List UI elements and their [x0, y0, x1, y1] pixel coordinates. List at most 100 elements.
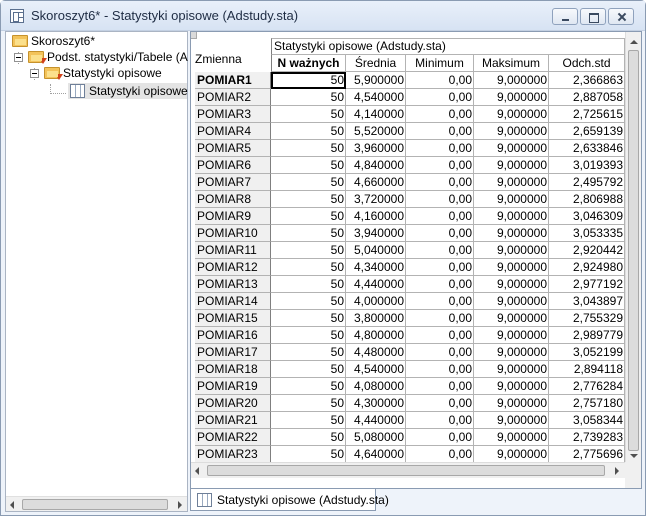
table-cell[interactable]: 9,000000 — [474, 72, 549, 89]
table-cell[interactable]: 3,043897 — [549, 293, 625, 310]
table-cell[interactable]: 4,000000 — [346, 293, 406, 310]
table-cell[interactable]: 9,000000 — [474, 361, 549, 378]
table-cell[interactable]: 50 — [271, 344, 346, 361]
table-cell[interactable]: 2,920442 — [549, 242, 625, 259]
table-cell[interactable]: 4,160000 — [346, 208, 406, 225]
vertical-scrollbar[interactable] — [625, 32, 641, 488]
table-cell[interactable]: 5,040000 — [346, 242, 406, 259]
maximize-button[interactable] — [580, 8, 606, 25]
table-cell[interactable]: 50 — [271, 429, 346, 446]
row-header[interactable]: POMIAR21 — [195, 412, 271, 429]
table-cell[interactable]: 2,755329 — [549, 310, 625, 327]
sheet-corner[interactable] — [191, 32, 197, 39]
table-cell[interactable]: 9,000000 — [474, 446, 549, 463]
column-header[interactable]: Średnia — [346, 55, 406, 72]
table-cell[interactable]: 0,00 — [406, 191, 474, 208]
table-cell[interactable]: 4,080000 — [346, 378, 406, 395]
table-cell[interactable]: 0,00 — [406, 225, 474, 242]
table-cell[interactable]: 4,540000 — [346, 89, 406, 106]
table-cell[interactable]: 3,046309 — [549, 208, 625, 225]
row-header[interactable]: POMIAR12 — [195, 259, 271, 276]
table-cell[interactable]: 3,058344 — [549, 412, 625, 429]
table-cell[interactable]: 2,757180 — [549, 395, 625, 412]
row-header[interactable]: POMIAR2 — [195, 89, 271, 106]
table-cell[interactable]: 4,440000 — [346, 276, 406, 293]
tree-item-basic-stats[interactable]: Podst. statystyki/Tabele (A — [10, 49, 188, 65]
table-cell[interactable]: 50 — [271, 106, 346, 123]
table-cell[interactable]: 50 — [271, 225, 346, 242]
table-cell[interactable]: 50 — [271, 259, 346, 276]
scroll-left-icon[interactable] — [10, 501, 14, 509]
table-cell[interactable]: 9,000000 — [474, 89, 549, 106]
table-cell[interactable]: 0,00 — [406, 395, 474, 412]
table-cell[interactable]: 9,000000 — [474, 259, 549, 276]
table-cell[interactable]: 4,300000 — [346, 395, 406, 412]
scroll-right-icon[interactable] — [178, 501, 182, 509]
tab-descriptive-stats[interactable]: Statystyki opisowe (Adstudy.sta) — [190, 489, 389, 511]
table-cell[interactable]: 50 — [271, 446, 346, 463]
table-cell[interactable]: 0,00 — [406, 157, 474, 174]
table-cell[interactable]: 0,00 — [406, 140, 474, 157]
table-cell[interactable]: 50 — [271, 174, 346, 191]
table-cell[interactable]: 9,000000 — [474, 225, 549, 242]
table-cell[interactable]: 50 — [271, 395, 346, 412]
row-header[interactable]: POMIAR17 — [195, 344, 271, 361]
tree-item-descriptive-stats-sheet[interactable]: Statystyki opisowe — [68, 83, 188, 99]
close-button[interactable] — [608, 8, 634, 25]
table-cell[interactable]: 0,00 — [406, 123, 474, 140]
table-cell[interactable]: 2,776284 — [549, 378, 625, 395]
table-cell[interactable]: 50 — [271, 293, 346, 310]
table-cell[interactable]: 9,000000 — [474, 242, 549, 259]
table-cell[interactable]: 50 — [271, 310, 346, 327]
table-cell[interactable]: 5,080000 — [346, 429, 406, 446]
table-cell[interactable]: 2,659139 — [549, 123, 625, 140]
table-cell[interactable]: 3,940000 — [346, 225, 406, 242]
row-header[interactable]: POMIAR22 — [195, 429, 271, 446]
table-cell[interactable]: 9,000000 — [474, 157, 549, 174]
table-cell[interactable]: 9,000000 — [474, 191, 549, 208]
table-cell[interactable]: 0,00 — [406, 327, 474, 344]
table-cell[interactable]: 4,840000 — [346, 157, 406, 174]
table-cell[interactable]: 3,720000 — [346, 191, 406, 208]
table-cell[interactable]: 50 — [271, 191, 346, 208]
table-cell[interactable]: 5,900000 — [346, 72, 406, 89]
table-cell[interactable]: 2,887058 — [549, 89, 625, 106]
row-header[interactable]: POMIAR7 — [195, 174, 271, 191]
row-header[interactable]: POMIAR10 — [195, 225, 271, 242]
table-cell[interactable]: 0,00 — [406, 174, 474, 191]
table-cell[interactable]: 50 — [271, 276, 346, 293]
table-cell[interactable]: 4,440000 — [346, 412, 406, 429]
row-header[interactable]: POMIAR15 — [195, 310, 271, 327]
row-header[interactable]: POMIAR8 — [195, 191, 271, 208]
table-cell[interactable]: 2,806988 — [549, 191, 625, 208]
table-cell[interactable]: 50 — [271, 72, 346, 89]
table-cell[interactable]: 9,000000 — [474, 140, 549, 157]
table-cell[interactable]: 2,924980 — [549, 259, 625, 276]
table-cell[interactable]: 4,340000 — [346, 259, 406, 276]
table-cell[interactable]: 4,640000 — [346, 446, 406, 463]
table-cell[interactable]: 2,894118 — [549, 361, 625, 378]
table-cell[interactable]: 0,00 — [406, 276, 474, 293]
horizontal-scrollbar[interactable] — [191, 462, 625, 478]
row-header[interactable]: POMIAR9 — [195, 208, 271, 225]
table-cell[interactable]: 0,00 — [406, 344, 474, 361]
table-cell[interactable]: 2,739283 — [549, 429, 625, 446]
title-bar[interactable]: Skoroszyt6* - Statystyki opisowe (Adstud… — [1, 1, 645, 31]
table-cell[interactable]: 50 — [271, 140, 346, 157]
table-cell[interactable]: 0,00 — [406, 293, 474, 310]
table-cell[interactable]: 0,00 — [406, 72, 474, 89]
table-cell[interactable]: 0,00 — [406, 310, 474, 327]
table-cell[interactable]: 50 — [271, 327, 346, 344]
table-cell[interactable]: 9,000000 — [474, 293, 549, 310]
column-header[interactable]: Minimum — [406, 55, 474, 72]
table-cell[interactable]: 9,000000 — [474, 327, 549, 344]
row-header[interactable]: POMIAR1 — [195, 72, 271, 89]
scrollbar-thumb[interactable] — [207, 465, 605, 476]
row-header[interactable]: POMIAR4 — [195, 123, 271, 140]
row-header[interactable]: POMIAR18 — [195, 361, 271, 378]
table-cell[interactable]: 0,00 — [406, 89, 474, 106]
scroll-right-icon[interactable] — [615, 467, 619, 475]
row-header[interactable]: POMIAR6 — [195, 157, 271, 174]
row-header[interactable]: POMIAR5 — [195, 140, 271, 157]
table-cell[interactable]: 3,800000 — [346, 310, 406, 327]
